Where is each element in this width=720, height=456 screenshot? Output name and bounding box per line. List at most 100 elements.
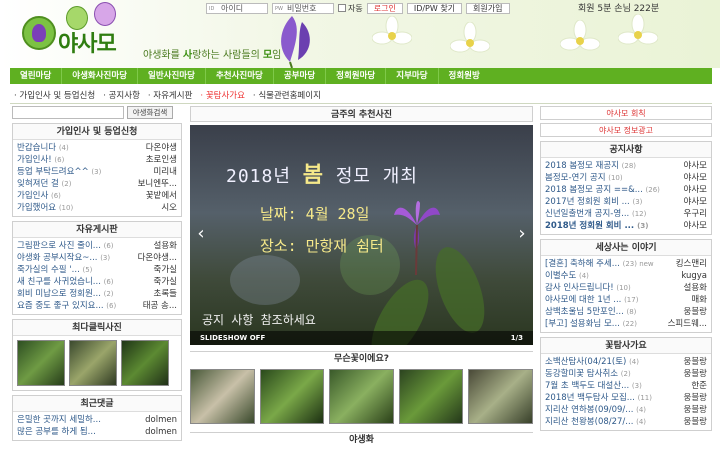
login-button[interactable]: 로그인 — [366, 2, 403, 14]
list-item[interactable]: 반갑습니다 (4) 다온야생 — [13, 142, 181, 154]
purple-flower-icon — [32, 24, 46, 42]
prev-arrow-icon[interactable]: ‹ — [194, 223, 208, 245]
photo-thumbnail[interactable] — [121, 340, 169, 386]
subnav-notice[interactable]: · 공지사항 — [103, 89, 140, 101]
list-item[interactable]: 7월 초 백두도 대설산... (3) 한준 — [541, 380, 711, 392]
info-ad-button[interactable]: 야사모 정보광고 — [540, 123, 712, 137]
rules-button[interactable]: 야사모 회칙 — [540, 106, 712, 120]
list-item[interactable]: 잊혀져던 걸 (2) 보니엔뚜... — [13, 178, 181, 190]
password-input[interactable]: PW 비밀번호 — [272, 2, 334, 14]
list-item[interactable]: 2017년 정회원 회비 ... (3) 야사모 — [541, 196, 711, 208]
list-item[interactable]: 지리산 연하봉(09/09/... (4) 웅블랑 — [541, 404, 711, 416]
find-id-pw-button[interactable]: ID/PW 찾기 — [406, 2, 463, 14]
search-row: 야생화검색 — [12, 106, 182, 119]
photo-thumbnail[interactable] — [329, 369, 394, 424]
next-arrow-icon[interactable]: › — [515, 223, 529, 245]
list-item[interactable]: 2018년 정회원 회비 ... (3) 야사모 — [541, 220, 711, 232]
list-item[interactable]: 요즘 중도 좋구 있지요... (6) 태공 송... — [13, 300, 181, 312]
subnav-flower-explore[interactable]: · 꽃탐사가요 — [200, 89, 245, 101]
subnav-greeting[interactable]: · 가입인사 및 등업신청 — [14, 89, 95, 101]
logo-flower-icon[interactable] — [22, 16, 56, 50]
quiz-photos — [190, 369, 533, 424]
greeting-box: 가입인사 및 등업신청 반갑습니다 (4) 다온야생 가입인사! (6) 초로인생 … — [12, 123, 182, 217]
box-title[interactable]: 자유게시판 — [13, 222, 181, 238]
header-white-flower-icon — [560, 20, 600, 51]
list-item[interactable]: 소백산탐사(04/21(토) (4) 웅블랑 — [541, 356, 711, 368]
nav-item-open[interactable]: 열린마당 — [10, 68, 63, 84]
list-item[interactable]: 많은 공부를 하게 됩... dolmen — [13, 426, 181, 438]
flower-explore-box: 꽃탐사가요 소백산탐사(04/21(토) (4) 웅블랑 동강할미꽃 탐사취소 (… — [540, 337, 712, 431]
header-white-flower-icon — [372, 16, 412, 45]
list-item[interactable]: 동강할미꽃 탐사취소 (2) 웅블랑 — [541, 368, 711, 380]
box-title[interactable]: 최근댓글 — [13, 396, 181, 412]
nav-item-member-room[interactable]: 정회원방 — [439, 68, 490, 84]
nav-item-recommended-photos[interactable]: 추천사진마당 — [206, 68, 274, 84]
list-item[interactable]: 지리산 천왕봉(08/27/... (4) 웅블랑 — [541, 416, 711, 428]
photo-thumbnail[interactable] — [259, 369, 325, 424]
checkbox-icon[interactable] — [338, 4, 346, 12]
main-nav: 열린마당 야생화사진마당 일반사진마당 추천사진마당 공부마당 정회원마당 지부… — [10, 68, 712, 84]
box-title[interactable]: 최다클릭사진 — [13, 320, 181, 336]
header-white-flower-icon — [450, 22, 490, 53]
list-item[interactable]: 야사모에 대한 1년 ... (17) 매화 — [541, 294, 711, 306]
box-title[interactable]: 가입인사 및 등업신청 — [13, 124, 181, 140]
wildflower-title[interactable]: 야생화 — [190, 432, 533, 446]
photo-thumbnail[interactable] — [69, 340, 117, 386]
header-purple-flower-icon — [281, 16, 310, 68]
list-item[interactable]: 등업 부탁드려요^^ (3) 미리내 — [13, 166, 181, 178]
join-button[interactable]: 회원가입 — [466, 2, 510, 14]
box-title[interactable]: 공지사항 — [541, 142, 711, 158]
list-item[interactable]: 봄정모-연기 공지 (10) 야사모 — [541, 172, 711, 184]
list-item[interactable]: 새 친구를 사귀었습니... (6) 죽가실 — [13, 276, 181, 288]
slide-place: 장소: 만항재 쉼터 — [260, 237, 384, 255]
list-item[interactable]: 은밀한 곳까지 세밀하... dolmen — [13, 414, 181, 426]
weekly-recommended-title[interactable]: 금주의 추천사진 — [190, 106, 533, 122]
wildflower-search-button[interactable]: 야생화검색 — [127, 106, 173, 119]
nav-item-wildflower-photos[interactable]: 야생화사진마당 — [62, 68, 139, 84]
box-title[interactable]: 꽃탐사가요 — [541, 338, 711, 354]
notice-box: 공지사항 2018 봄정모 재공지 (28) 야사모 봄정모-연기 공지 (10)… — [540, 141, 712, 235]
photo-thumbnail[interactable] — [17, 340, 65, 386]
list-item[interactable]: 감사 인사드립니다! (10) 설용화 — [541, 282, 711, 294]
list-item[interactable]: 회비 미납으로 정회원... (2) 초록들 — [13, 288, 181, 300]
slideshow-toggle[interactable]: SLIDESHOW OFF — [200, 331, 265, 345]
slide-caption: 2018년 봄 정모 개최 — [226, 163, 418, 188]
recent-comments-box: 최근댓글 은밀한 곳까지 세밀하... dolmen 많은 공부를 하게 됩...… — [12, 395, 182, 441]
list-item[interactable]: 이별수도 (4) kugya — [541, 270, 711, 282]
id-input[interactable]: ID 아이디 — [206, 2, 268, 14]
box-title[interactable]: 세상사는 이야기 — [541, 240, 711, 256]
top-click-photos-box: 최다클릭사진 — [12, 319, 182, 391]
photo-thumbnail[interactable] — [398, 369, 464, 424]
slideshow-bar: SLIDESHOW OFF 1/3 — [190, 331, 533, 345]
photo-thumbnail[interactable] — [190, 369, 255, 424]
nav-item-general-photos[interactable]: 일반사진마당 — [138, 68, 206, 84]
auto-login-checkbox[interactable]: 자동 — [338, 3, 363, 14]
photo-thumbnail[interactable] — [468, 369, 533, 424]
list-item[interactable]: 2018 봄정모 재공지 (28) 야사모 — [541, 160, 711, 172]
list-item[interactable]: 가입인사 (6) 꽃밭에서 — [13, 190, 181, 202]
quiz-title[interactable]: 무슨꽃이에요? — [190, 351, 533, 365]
search-input[interactable] — [12, 106, 124, 119]
list-item[interactable]: 가입했어요 (10) 시오 — [13, 202, 181, 214]
list-item[interactable]: 2018 봄정모 공지 ==&... (26) 야사모 — [541, 184, 711, 196]
nav-item-branches[interactable]: 지부마당 — [386, 68, 439, 84]
list-item[interactable]: 죽가실의 수필 '... (5) 죽가실 — [13, 264, 181, 276]
list-item[interactable]: [부고] 설용화님 모... (22) 스피드웨... — [541, 318, 711, 330]
subnav-free-board[interactable]: · 자유게시판 — [148, 89, 193, 101]
list-item[interactable]: 야생화 공부시작요~... (3) 다온야생... — [13, 252, 181, 264]
list-item[interactable]: 신년일출번개 공지-영... (12) 우구리 — [541, 208, 711, 220]
list-item[interactable]: 삼백초울님 5만포인... (8) 웅블랑 — [541, 306, 711, 318]
slideshow[interactable]: 2018년 봄 정모 개최 날짜: 4월 28일 장소: 만항재 쉼터 공지 사… — [190, 125, 533, 345]
nav-item-study[interactable]: 공부마당 — [274, 68, 327, 84]
slide-counter: 1/3 — [510, 334, 523, 342]
list-item[interactable]: 그림판으로 사진 줄이... (6) 설용화 — [13, 240, 181, 252]
list-item[interactable]: 2018년 백두탐사 모집... (11) 웅블랑 — [541, 392, 711, 404]
sub-nav: · 가입인사 및 등업신청 · 공지사항 · 자유게시판 · 꽃탐사가요 · 식… — [14, 89, 321, 101]
site-logo[interactable]: 야사모 — [58, 26, 117, 58]
nav-item-members[interactable]: 정회원마당 — [326, 68, 387, 84]
left-column: 야생화검색 가입인사 및 등업신청 반갑습니다 (4) 다온야생 가입인사! (6… — [12, 106, 182, 441]
list-item[interactable]: [결혼] 축하해 주세... (23) new 킹스맨리 — [541, 258, 711, 270]
subnav-plant-links[interactable]: · 식물관련홈페이지 — [253, 89, 321, 101]
header-white-flower-icon — [618, 14, 658, 45]
list-item[interactable]: 가입인사! (6) 초로인생 — [13, 154, 181, 166]
